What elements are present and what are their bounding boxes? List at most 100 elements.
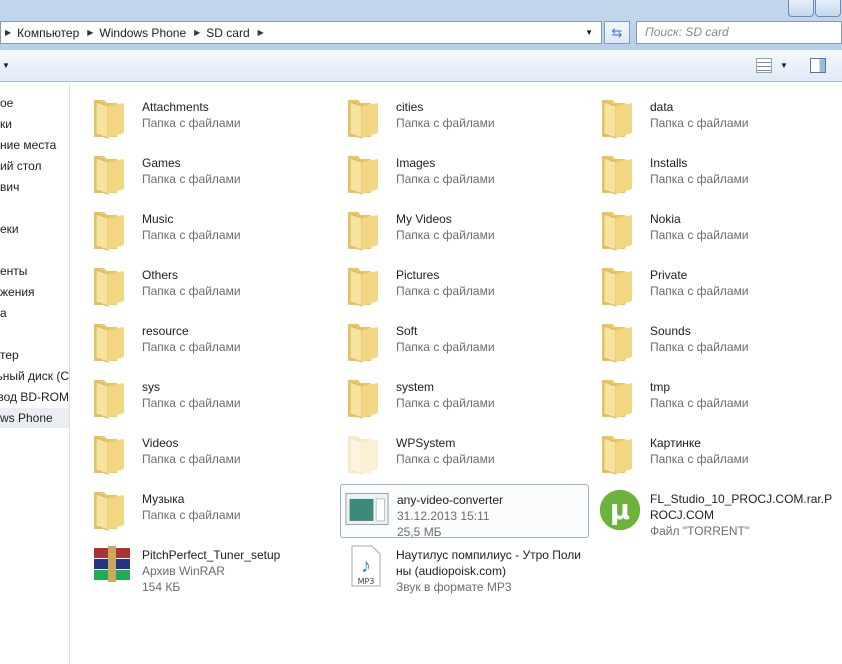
file-item[interactable]: ♪ MP3 Наутилус помпилиус - Утро Полины (au… — [340, 540, 586, 594]
item-type: Папка с файлами — [142, 284, 241, 298]
item-text: tmp Папка с файлами — [650, 379, 836, 411]
nav-item[interactable]: ий стол — [0, 156, 69, 176]
folder-item[interactable]: Pictures Папка с файлами — [340, 260, 586, 314]
item-type: Папка с файлами — [396, 172, 495, 186]
item-type: Папка с файлами — [396, 116, 495, 130]
folder-icon — [90, 432, 134, 476]
item-name: cities — [396, 100, 424, 114]
item-type: Папка с файлами — [396, 284, 495, 298]
chevron-right-icon[interactable]: ▶ — [87, 28, 93, 37]
file-item[interactable]: PitchPerfect_Tuner_setup Архив WinRAR 154 … — [86, 540, 332, 594]
item-type: Папка с файлами — [396, 340, 495, 354]
maximize-button[interactable] — [815, 0, 841, 17]
folder-icon — [344, 376, 388, 420]
item-name: My Videos — [396, 212, 452, 226]
nav-item[interactable]: вод BD-ROM — [0, 387, 69, 407]
nav-item[interactable] — [0, 324, 69, 344]
preview-pane-icon[interactable] — [810, 58, 826, 73]
item-type: Папка с файлами — [396, 228, 495, 242]
item-detail: Архив WinRAR — [142, 564, 225, 578]
folder-icon — [90, 96, 134, 140]
nav-item[interactable]: ws Phone — [0, 408, 69, 428]
item-type: Папка с файлами — [142, 452, 241, 466]
item-name: Soft — [396, 324, 418, 338]
item-name: any-video-converter — [397, 493, 504, 507]
folder-item[interactable]: Sounds Папка с файлами — [594, 316, 840, 370]
nav-item[interactable]: жения — [0, 282, 69, 302]
nav-item[interactable]: вич — [0, 177, 69, 197]
svg-text:µ: µ — [610, 494, 630, 526]
item-text: Nokia Папка с файлами — [650, 211, 836, 243]
folder-item[interactable]: Music Папка с файлами — [86, 204, 332, 258]
organize-dropdown-icon[interactable]: ▼ — [2, 61, 10, 70]
folder-icon — [90, 376, 134, 420]
folder-item[interactable]: data Папка с файлами — [594, 92, 840, 146]
file-item[interactable]: µ FL_Studio_10_PROCJ.COM.rar.PROCJ.COM Фай… — [594, 484, 840, 538]
item-type: Папка с файлами — [396, 396, 495, 410]
svg-text:MP3: MP3 — [358, 577, 375, 586]
item-text: Pictures Папка с файлами — [396, 267, 582, 299]
nav-item[interactable]: ние места — [0, 135, 69, 155]
folder-item[interactable]: Soft Папка с файлами — [340, 316, 586, 370]
item-name: Music — [142, 212, 174, 226]
folder-item[interactable]: tmp Папка с файлами — [594, 372, 840, 426]
nav-item[interactable] — [0, 198, 69, 218]
folder-icon — [344, 432, 388, 476]
item-text: Картинке Папка с файлами — [650, 435, 836, 467]
item-type: Папка с файлами — [650, 340, 749, 354]
breadcrumb-sd-card[interactable]: SD card ▶ — [206, 26, 264, 40]
folder-icon — [344, 264, 388, 308]
crumb-label: SD card — [206, 25, 250, 40]
nav-item[interactable]: а — [0, 303, 69, 323]
folder-item[interactable]: WPSystem Папка с файлами — [340, 428, 586, 482]
item-type: Папка с файлами — [142, 116, 241, 130]
breadcrumb-computer[interactable]: Компьютер ▶ — [17, 26, 93, 40]
minimize-button[interactable] — [788, 0, 814, 17]
chevron-right-icon[interactable]: ▶ — [194, 28, 200, 37]
folder-item[interactable]: cities Папка с файлами — [340, 92, 586, 146]
folder-item[interactable]: Private Папка с файлами — [594, 260, 840, 314]
nav-item[interactable] — [0, 240, 69, 260]
nav-item[interactable]: ьный диск (C — [0, 366, 69, 386]
file-item[interactable]: any-video-converter 31.12.2013 15:11 25,5 … — [340, 484, 589, 539]
toolbar: ▼ ▼ — [0, 50, 842, 82]
nav-item[interactable]: еки — [0, 219, 69, 239]
view-dropdown-icon[interactable]: ▼ — [780, 61, 788, 70]
folder-icon — [598, 376, 642, 420]
item-name: WPSystem — [396, 436, 456, 450]
item-text: Soft Папка с файлами — [396, 323, 582, 355]
item-type: Папка с файлами — [650, 396, 749, 410]
folder-item[interactable]: Nokia Папка с файлами — [594, 204, 840, 258]
item-type: Папка с файлами — [650, 228, 749, 242]
folder-item[interactable]: Attachments Папка с файлами — [86, 92, 332, 146]
folder-item[interactable]: Others Папка с файлами — [86, 260, 332, 314]
item-text: system Папка с файлами — [396, 379, 582, 411]
folder-icon — [344, 96, 388, 140]
search-input[interactable]: Поиск: SD card — [636, 21, 842, 44]
folder-item[interactable]: Videos Папка с файлами — [86, 428, 332, 482]
folder-item[interactable]: Installs Папка с файлами — [594, 148, 840, 202]
folder-item[interactable]: Картинке Папка с файлами — [594, 428, 840, 482]
item-name: PitchPerfect_Tuner_setup — [142, 548, 281, 562]
nav-item[interactable]: ое — [0, 93, 69, 113]
folder-item[interactable]: system Папка с файлами — [340, 372, 586, 426]
nav-item[interactable]: тер — [0, 345, 69, 365]
item-type: Папка с файлами — [142, 508, 241, 522]
breadcrumb-windows-phone[interactable]: Windows Phone ▶ — [99, 26, 200, 40]
folder-item[interactable]: sys Папка с файлами — [86, 372, 332, 426]
folder-item[interactable]: Музыка Папка с файлами — [86, 484, 332, 538]
item-name: Videos — [142, 436, 179, 450]
address-bar[interactable]: ▶ Компьютер ▶ Windows Phone ▶ SD card ▶ ▼ — [0, 21, 602, 44]
view-options-icon[interactable] — [756, 58, 772, 73]
nav-item[interactable]: енты — [0, 261, 69, 281]
folder-item[interactable]: resource Папка с файлами — [86, 316, 332, 370]
chevron-right-icon[interactable]: ▶ — [258, 28, 264, 37]
nav-item[interactable]: ки — [0, 114, 69, 134]
folder-item[interactable]: Games Папка с файлами — [86, 148, 332, 202]
history-dropdown-icon[interactable]: ▼ — [585, 28, 593, 37]
item-name: resource — [142, 324, 189, 338]
refresh-button[interactable]: ⇆ — [604, 21, 630, 44]
folder-item[interactable]: Images Папка с файлами — [340, 148, 586, 202]
folder-item[interactable]: My Videos Папка с файлами — [340, 204, 586, 258]
mp3-icon: ♪ MP3 — [344, 544, 388, 588]
